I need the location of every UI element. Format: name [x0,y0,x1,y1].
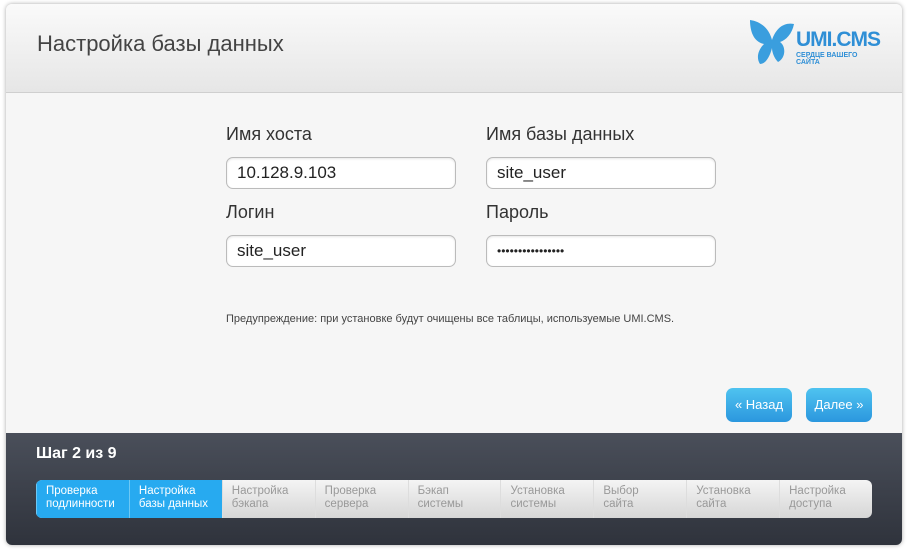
step-line2: системы [417,498,464,510]
step-item: Проверка сервера [314,480,408,518]
step-item: Установка сайта [686,480,779,518]
step-line1: Проверка [46,485,98,497]
step-item: Бэкап системы [407,480,501,518]
step-line2: сервера [324,498,369,510]
host-input[interactable]: 10.128.9.103 [226,157,456,189]
step-line1: Установка [696,485,751,497]
step-line2: доступа [789,498,832,510]
back-button[interactable]: « Назад [726,388,792,422]
login-label: Логин [226,202,275,222]
logo-tagline: СЕРДЦЕ ВАШЕГО САЙТА [796,52,858,66]
step-line2: базы данных [138,498,209,510]
steps-progress: Проверка подлинности Настройка базы данных Н… [36,480,872,518]
warning-text: Предупреждение: при установке будут очищ… [226,313,675,325]
step-line1: Настройка [138,485,196,497]
password-label: Пароль [486,202,549,222]
footer: Шаг 2 из 9 Проверка подлинности Настройка б… [6,433,902,545]
next-button[interactable]: Далее » [806,388,872,422]
db-name-label: Имя базы данных [486,124,635,144]
page-title: Настройка базы данных [37,31,284,56]
step-line1: Установка [510,485,565,497]
step-line1: Настройка [231,485,289,497]
host-label: Имя хоста [226,124,312,144]
umi-cms-logo: UMI.CMS СЕРДЦЕ ВАШЕГО САЙТА [746,18,881,68]
step-item: Проверка подлинности [36,480,129,518]
butterfly-icon [750,20,794,64]
password-input[interactable]: •••••••••••••••• [486,235,716,267]
step-line1: Выбор [603,485,639,497]
step-line2: сайта [603,498,634,510]
logo-brand: UMI.CMS [796,28,881,51]
login-input[interactable]: site_user [226,235,456,267]
step-line2: подлинности [46,498,115,510]
header: Настройка базы данных UMI.CMS СЕРДЦЕ ВАШ… [6,4,902,93]
step-line1: Бэкап [417,485,449,497]
step-line1: Проверка [324,485,377,497]
step-item: Установка системы [500,480,593,518]
step-line2: сайта [696,498,727,510]
step-line2: бэкапа [231,498,269,510]
installer-window: Настройка базы данных UMI.CMS СЕРДЦЕ ВАШ… [6,4,902,545]
step-item: Настройка бэкапа [221,480,315,518]
step-line2: системы [510,498,557,510]
step-item: Выбор сайта [593,480,686,518]
step-counter: Шаг 2 из 9 [36,445,117,462]
db-name-input[interactable]: site_user [486,157,716,189]
step-item: Настройка доступа [779,480,872,518]
step-item: Настройка базы данных [128,480,222,518]
step-line1: Настройка [789,485,846,497]
